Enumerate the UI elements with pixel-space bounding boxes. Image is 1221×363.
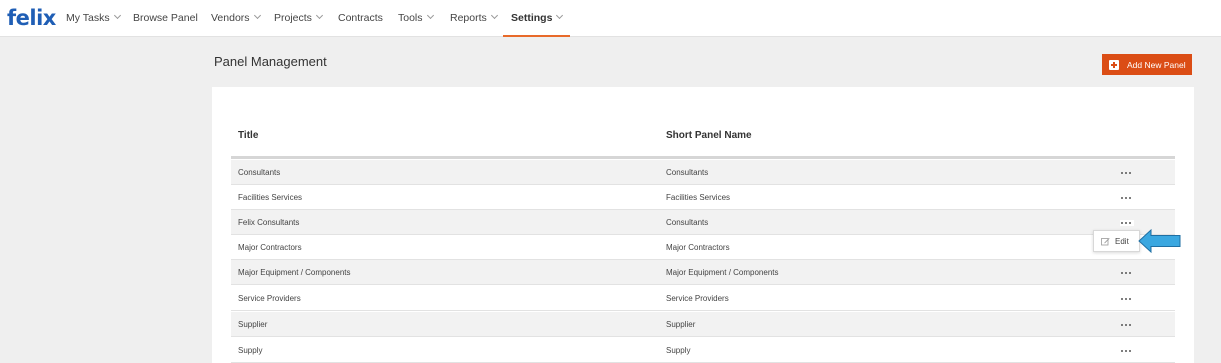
chevron-down-icon [490,11,498,20]
column-header-short-panel-name[interactable]: Short Panel Name [666,130,752,141]
nav-my-tasks-label: My Tasks [66,12,110,24]
row-title: Service Providers [238,294,301,303]
column-header-title[interactable]: Title [238,130,258,141]
nav-vendors-label: Vendors [211,12,250,24]
more-dots-icon[interactable] [1120,322,1134,328]
row-short-name: Supplier [666,320,696,329]
chevron-down-icon [113,11,121,20]
top-navbar: felix My Tasks Browse Panel Vendors Proj… [0,0,1221,37]
more-dots-icon[interactable] [1120,170,1134,176]
row-title: Facilities Services [238,193,303,202]
row-title: Felix Consultants [238,218,300,227]
nav-settings-label: Settings [511,12,553,24]
more-dots-icon[interactable] [1120,220,1134,226]
arrow-left-icon [1138,229,1181,253]
edit-menu-item[interactable]: Edit [1093,230,1140,252]
header-divider [231,156,1175,159]
pencil-square-icon [1101,237,1110,245]
more-dots-icon[interactable] [1120,270,1134,276]
row-title: Major Contractors [238,243,302,252]
nav-reports[interactable]: Reports [450,0,498,37]
nav-projects-label: Projects [274,12,312,24]
nav-tools[interactable]: Tools [398,0,434,37]
row-title: Consultants [238,168,281,177]
nav-vendors[interactable]: Vendors [211,0,261,37]
plus-square-icon [1109,59,1119,70]
nav-contracts-label: Contracts [338,12,383,24]
more-dots-icon[interactable] [1120,296,1134,302]
more-dots-icon[interactable] [1120,195,1134,201]
row-short-name: Major Contractors [666,243,730,252]
table-row[interactable]: Felix Consultants Consultants [231,210,1175,235]
nav-browse-panel[interactable]: Browse Panel [133,0,198,37]
row-short-name: Consultants [666,168,709,177]
row-short-name: Supply [666,346,691,355]
table-row[interactable]: Supply Supply [231,338,1175,363]
table-row[interactable]: Service Providers Service Providers [231,286,1175,311]
felix-logo[interactable]: felix [7,6,56,30]
row-short-name: Service Providers [666,294,729,303]
nav-projects[interactable]: Projects [274,0,323,37]
chevron-down-icon [426,11,434,20]
nav-browse-panel-label: Browse Panel [133,12,198,24]
add-new-panel-label: Add New Panel [1127,59,1186,70]
table-row[interactable]: Consultants Consultants [231,160,1175,185]
chevron-down-icon [253,11,261,20]
nav-contracts[interactable]: Contracts [338,0,383,37]
table-row[interactable]: Major Equipment / Components Major Equip… [231,260,1175,285]
page-title: Panel Management [214,54,327,69]
nav-reports-label: Reports [450,12,487,24]
nav-my-tasks[interactable]: My Tasks [66,0,121,37]
nav-tools-label: Tools [398,12,423,24]
row-short-name: Facilities Services [666,193,731,202]
table-row[interactable]: Facilities Services Facilities Services [231,185,1175,210]
row-title: Major Equipment / Components [238,268,351,277]
nav-settings[interactable]: Settings [502,0,571,37]
table-row[interactable]: Major Contractors Major Contractors [231,235,1175,260]
row-short-name: Major Equipment / Components [666,268,779,277]
table-row[interactable]: Supplier Supplier [231,312,1175,337]
chevron-down-icon [315,11,323,20]
row-short-name: Consultants [666,218,709,227]
row-title: Supply [238,346,263,355]
more-dots-icon[interactable] [1120,348,1134,354]
edit-label: Edit [1115,236,1129,246]
add-new-panel-button[interactable]: Add New Panel [1102,54,1192,75]
chevron-down-icon [556,11,564,20]
row-title: Supplier [238,320,268,329]
